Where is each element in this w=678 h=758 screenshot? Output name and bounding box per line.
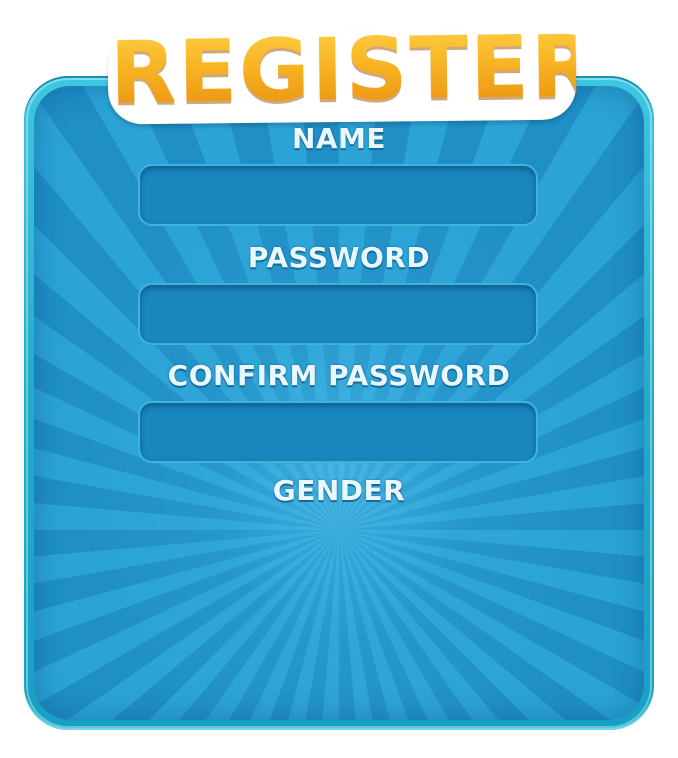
- register-screen: REGISTER NAME PASSWORD CONFIRM PASSWORD …: [0, 0, 678, 758]
- password-label: PASSWORD: [247, 241, 431, 274]
- name-label: NAME: [291, 122, 387, 155]
- register-title: REGISTER: [109, 16, 600, 124]
- confirm-password-input[interactable]: [138, 401, 538, 463]
- name-input[interactable]: [138, 164, 538, 226]
- confirm-password-label: CONFIRM PASSWORD: [167, 359, 511, 392]
- password-input[interactable]: [138, 283, 538, 345]
- gender-label: GENDER: [272, 474, 406, 507]
